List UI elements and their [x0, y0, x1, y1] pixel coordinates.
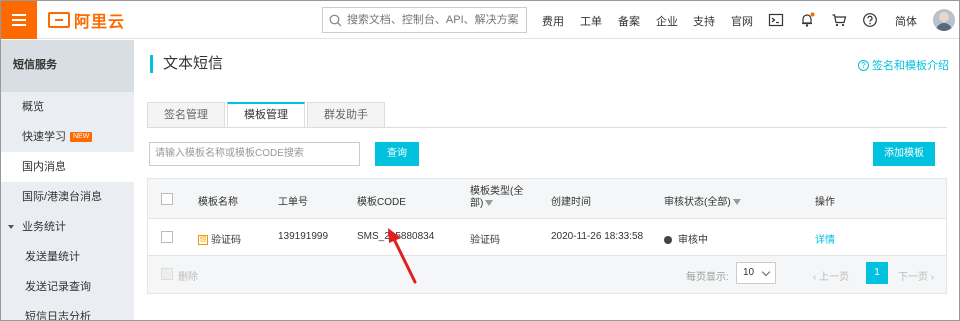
hamburger-menu-button[interactable]: [1, 1, 37, 39]
browser-frame: 阿里云 费用 工单 备案 企业 支持 官网: [0, 0, 960, 321]
sidebar: 短信服务 概览 快速学习 NEW 国内消息 国际/港澳台消息 业务统计 发送量统计…: [1, 40, 134, 321]
nav-link-enterprise[interactable]: 企业: [656, 13, 678, 29]
table-row: 验验证码 139191999 SMS_205880834 验证码 2020-11…: [148, 219, 946, 256]
sidebar-item-label: 短信日志分析: [25, 311, 91, 321]
column-header-status[interactable]: 审核状态(全部): [664, 193, 741, 208]
sidebar-item-label: 国际/港澳台消息: [22, 191, 103, 203]
prev-page-label: 上一页: [819, 272, 850, 283]
column-header-ticket: 工单号: [278, 197, 308, 208]
template-table: 模板名称 工单号 模板CODE 模板类型(全部) 创建时间 审核状态(全部) 操…: [147, 178, 947, 294]
search-input[interactable]: [346, 14, 526, 26]
tab-bulk-send-assistant[interactable]: 群发助手: [307, 102, 385, 128]
filter-icon[interactable]: [732, 199, 741, 206]
query-button[interactable]: 查询: [375, 142, 419, 166]
template-type: 验证码: [470, 235, 500, 246]
menu-icon: [12, 14, 26, 16]
select-all-checkbox[interactable]: [161, 193, 173, 205]
column-header-created: 创建时间: [551, 197, 591, 208]
sidebar-item-label: 发送记录查询: [25, 281, 91, 293]
tab-signature-management[interactable]: 签名管理: [147, 102, 225, 128]
template-name-cell: 验验证码: [198, 231, 241, 246]
user-avatar[interactable]: [933, 9, 955, 31]
nav-link-support[interactable]: 支持: [693, 13, 715, 29]
prev-page-button[interactable]: ‹ 上一页: [813, 268, 849, 283]
sidebar-item-log-analysis[interactable]: 短信日志分析: [1, 302, 134, 321]
page-size-label: 每页显示:: [686, 272, 729, 283]
cart-icon[interactable]: [831, 12, 847, 28]
sidebar-item-label: 业务统计: [22, 221, 66, 233]
chevron-left-icon: ‹: [813, 272, 817, 283]
sidebar-item-label: 快速学习: [22, 131, 66, 143]
footer-select-checkbox[interactable]: [161, 268, 173, 280]
table-footer: 删除 每页显示: 10 ‹ 上一页 1 下一页 ›: [148, 256, 946, 293]
sidebar-item-overview[interactable]: 概览: [1, 92, 134, 122]
menu-icon: [12, 24, 26, 26]
page-title: 文本短信: [150, 55, 223, 73]
template-icon: 验: [198, 235, 208, 246]
sidebar-item-label: 概览: [22, 101, 44, 113]
nav-link-tickets[interactable]: 工单: [580, 13, 602, 29]
sidebar-item-send-stats[interactable]: 发送量统计: [1, 242, 134, 272]
help-link-label: 签名和模板介绍: [872, 60, 949, 72]
ticket-number: 139191999: [278, 231, 329, 242]
sidebar-item-domestic[interactable]: 国内消息: [1, 152, 134, 182]
page-number-current[interactable]: 1: [866, 262, 888, 284]
signature-template-help-link[interactable]: ? 签名和模板介绍: [858, 57, 949, 73]
sidebar-item-send-records[interactable]: 发送记录查询: [1, 272, 134, 302]
row-checkbox[interactable]: [161, 231, 173, 243]
column-header-status-label: 审核状态(全部): [664, 197, 731, 208]
table-header: 模板名称 工单号 模板CODE 模板类型(全部) 创建时间 审核状态(全部) 操…: [148, 179, 946, 219]
new-badge: NEW: [70, 132, 93, 143]
column-header-action: 操作: [815, 197, 835, 208]
tab-divider: [147, 127, 947, 128]
nav-link-official-site[interactable]: 官网: [731, 13, 753, 29]
sidebar-item-international[interactable]: 国际/港澳台消息: [1, 182, 134, 212]
column-header-type[interactable]: 模板类型(全部): [470, 186, 530, 210]
page-size-select[interactable]: 10: [736, 262, 776, 284]
created-time: 2020-11-26 18:33:58: [551, 231, 644, 242]
sidebar-item-label: 国内消息: [22, 161, 66, 173]
brand-name: 阿里云: [74, 14, 126, 31]
chevron-right-icon: ›: [930, 272, 935, 283]
tab-bar: 签名管理 模板管理 群发助手: [147, 102, 387, 128]
red-arrow-annotation-icon: [388, 228, 417, 284]
template-search-input[interactable]: 请输入模板名称或模板CODE搜索: [149, 142, 360, 166]
terminal-icon[interactable]: [768, 12, 784, 28]
sidebar-header: 短信服务: [1, 40, 134, 92]
sidebar-item-label: 发送量统计: [25, 251, 80, 263]
review-status-label: 审核中: [678, 235, 708, 246]
status-dot-icon: [664, 236, 672, 245]
next-page-label: 下一页: [898, 272, 928, 283]
delete-button[interactable]: 删除: [178, 268, 198, 283]
help-icon[interactable]: [862, 12, 878, 28]
search-icon: [329, 14, 342, 26]
main-content: 文本短信 ? 签名和模板介绍 签名管理 模板管理 群发助手 请输入模板名称或模板…: [134, 40, 959, 320]
aliyun-logo[interactable]: 阿里云: [48, 10, 126, 31]
language-switch[interactable]: 简体: [895, 13, 917, 29]
bell-icon[interactable]: [799, 12, 815, 28]
global-search-box[interactable]: [322, 7, 527, 33]
aliyun-logo-icon: [48, 12, 70, 28]
column-header-type-label: 模板类型(全部): [470, 186, 524, 209]
add-template-button[interactable]: 添加模板: [873, 142, 935, 166]
review-status: 审核中: [664, 231, 708, 246]
menu-icon: [12, 19, 26, 21]
column-header-name: 模板名称: [198, 197, 238, 208]
nav-link-billing[interactable]: 费用: [542, 13, 564, 29]
sidebar-item-quick-learn[interactable]: 快速学习 NEW: [1, 122, 134, 152]
tab-template-management[interactable]: 模板管理: [227, 102, 305, 128]
column-header-code: 模板CODE: [357, 197, 406, 208]
question-circle-icon: ?: [858, 59, 869, 71]
next-page-button[interactable]: 下一页 ›: [898, 268, 934, 283]
caret-down-icon: [8, 225, 14, 229]
details-link[interactable]: 详情: [815, 231, 835, 246]
nav-link-icp[interactable]: 备案: [618, 13, 640, 29]
sidebar-group-statistics[interactable]: 业务统计: [1, 212, 134, 242]
top-navigation-bar: 阿里云 费用 工单 备案 企业 支持 官网: [1, 1, 959, 39]
template-name: 验证码: [211, 235, 241, 246]
filter-icon[interactable]: [485, 200, 494, 207]
